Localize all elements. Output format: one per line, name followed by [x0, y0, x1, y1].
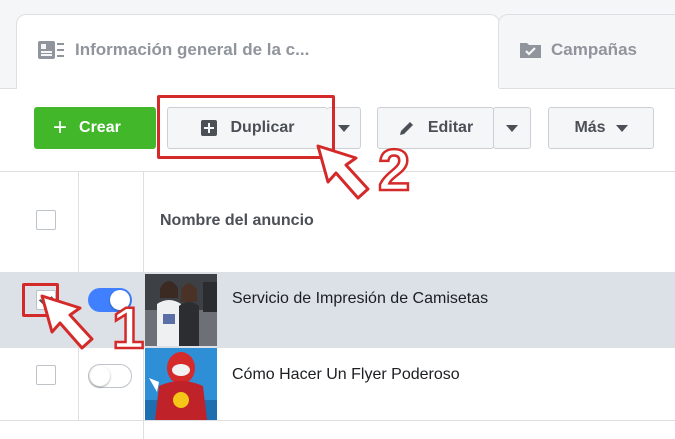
- more-button[interactable]: Más: [548, 107, 654, 149]
- table-row[interactable]: Cómo Hacer Un Flyer Poderoso: [0, 348, 675, 421]
- ad-name[interactable]: Cómo Hacer Un Flyer Poderoso: [232, 366, 460, 384]
- edit-label: Editar: [427, 119, 474, 136]
- more-label: Más: [574, 119, 606, 136]
- toggle-knob: [90, 366, 110, 386]
- overview-icon: [37, 40, 67, 60]
- plus-icon: +: [53, 114, 68, 141]
- highlight-box-duplicate: [157, 95, 335, 159]
- tab-campaigns[interactable]: Campañas: [498, 14, 675, 88]
- column-header-ad-name[interactable]: Nombre del anuncio: [160, 212, 314, 230]
- chevron-down-icon: [506, 124, 518, 132]
- create-label: Crear: [79, 119, 121, 136]
- tab-strip: Información general de la c... Campañas: [0, 0, 675, 89]
- annotation-step-1: 1: [111, 296, 146, 361]
- select-all-checkbox[interactable]: [36, 210, 56, 230]
- create-button[interactable]: + Crear: [34, 107, 156, 149]
- campaigns-folder-icon: [519, 40, 543, 60]
- pencil-icon: [398, 119, 416, 137]
- ad-thumbnail: [145, 348, 217, 420]
- chevron-down-icon: [337, 124, 350, 132]
- ad-thumbnail: [145, 274, 217, 346]
- edit-dropdown-button[interactable]: [493, 107, 531, 149]
- row-checkbox[interactable]: [36, 365, 56, 385]
- tab-label: Campañas: [551, 40, 637, 59]
- table-footer-row: [0, 421, 675, 439]
- tab-campaign-overview[interactable]: Información general de la c...: [16, 14, 500, 89]
- ad-name[interactable]: Servicio de Impresión de Camisetas: [232, 290, 488, 308]
- ad-status-toggle[interactable]: [88, 364, 132, 388]
- chevron-down-icon: [615, 124, 628, 132]
- annotation-step-2: 2: [377, 138, 412, 203]
- tab-label: Información general de la c...: [75, 40, 310, 59]
